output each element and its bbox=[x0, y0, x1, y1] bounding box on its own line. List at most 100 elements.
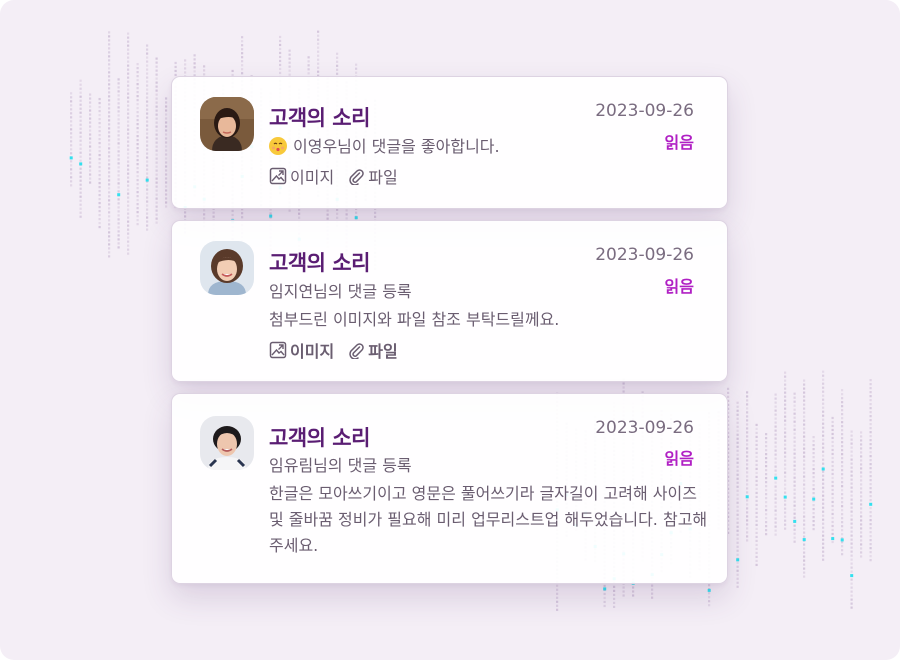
decorative-dot bbox=[117, 134, 120, 137]
decorative-dot bbox=[613, 597, 616, 600]
decorative-dot bbox=[155, 189, 158, 192]
decorative-dot bbox=[117, 186, 120, 189]
image-attachment[interactable]: 이미지 bbox=[269, 164, 334, 188]
decorative-dot bbox=[841, 437, 844, 440]
decorative-dot bbox=[774, 513, 777, 516]
decorative-dot bbox=[793, 440, 796, 443]
decorative-dot bbox=[822, 418, 825, 421]
decorative-dot bbox=[98, 121, 101, 125]
decorative-dot bbox=[869, 471, 872, 474]
decorative-dot bbox=[155, 65, 158, 68]
decorative-dot bbox=[869, 531, 872, 534]
decorative-dot bbox=[98, 173, 101, 177]
decorative-dot bbox=[822, 518, 825, 521]
decorative-dot bbox=[831, 460, 834, 464]
notification-message: 이영우님이 댓글을 좋아합니다. bbox=[269, 134, 500, 160]
decorative-dot bbox=[812, 440, 815, 443]
decorative-dot bbox=[784, 447, 787, 450]
decorative-dot bbox=[831, 416, 834, 420]
decorative-dot bbox=[860, 451, 863, 454]
decorative-dot bbox=[317, 42, 320, 45]
decorative-dot bbox=[784, 443, 787, 446]
decorative-dot bbox=[812, 436, 815, 439]
decorative-dot bbox=[127, 188, 130, 191]
decorative-dot bbox=[146, 112, 149, 115]
decorative-dot bbox=[841, 429, 844, 432]
decorative-accent-dot bbox=[774, 476, 778, 480]
decorative-dot bbox=[774, 457, 777, 460]
decorative-dot bbox=[841, 397, 844, 400]
decorative-dot bbox=[803, 495, 806, 498]
decorative-dot bbox=[136, 95, 139, 98]
decorative-dot bbox=[165, 129, 168, 132]
decorative-dot bbox=[850, 522, 853, 525]
decorative-dot bbox=[651, 588, 654, 591]
decorative-dot bbox=[79, 99, 82, 102]
decorative-dot bbox=[755, 451, 758, 455]
decorative-dot bbox=[108, 139, 111, 142]
decorative-dot bbox=[784, 519, 787, 522]
decorative-dot bbox=[831, 476, 834, 480]
decorative-dot bbox=[108, 55, 111, 58]
avatar bbox=[200, 97, 254, 151]
decorative-dot bbox=[146, 220, 149, 223]
decorative-dot bbox=[736, 573, 739, 576]
decorative-dot bbox=[831, 456, 834, 460]
decorative-dot bbox=[784, 503, 787, 506]
decorative-dot bbox=[203, 65, 206, 68]
decorative-dot bbox=[746, 411, 749, 414]
decorative-dot bbox=[279, 35, 282, 39]
decorative-dot bbox=[155, 61, 158, 64]
decorative-dot bbox=[155, 137, 158, 140]
decorative-dot bbox=[774, 485, 777, 488]
file-attachment[interactable]: 파일 bbox=[347, 338, 398, 362]
decorative-dot bbox=[108, 171, 111, 174]
decorative-dot bbox=[127, 168, 130, 171]
decorative-dot bbox=[765, 449, 768, 452]
decorative-dot bbox=[241, 40, 244, 43]
decorative-dot bbox=[784, 483, 787, 486]
file-attachment-label: 파일 bbox=[368, 168, 398, 187]
decorative-dot bbox=[117, 246, 120, 249]
decorative-dot bbox=[765, 457, 768, 460]
image-attachment[interactable]: 이미지 bbox=[269, 338, 334, 362]
decorative-dot bbox=[822, 422, 825, 425]
decorative-dot bbox=[860, 475, 863, 478]
decorative-dot bbox=[613, 589, 616, 592]
decorative-dot bbox=[822, 390, 825, 393]
decorative-dot bbox=[603, 600, 606, 604]
decorative-dot bbox=[556, 596, 559, 599]
decorative-dot bbox=[79, 135, 82, 138]
decorative-dot bbox=[146, 160, 149, 163]
decorative-dot bbox=[70, 100, 73, 103]
decorative-dot bbox=[765, 509, 768, 512]
decorative-dot bbox=[79, 79, 82, 82]
decorative-dot bbox=[736, 417, 739, 420]
decorative-dot bbox=[108, 95, 111, 98]
decorative-dot bbox=[184, 63, 187, 66]
decorative-dot bbox=[127, 212, 130, 215]
decorative-dot bbox=[736, 433, 739, 436]
decorative-dot bbox=[803, 563, 806, 566]
file-attachment[interactable]: 파일 bbox=[347, 164, 398, 188]
notification-card[interactable]: 고객의 소리 2023-09-26 읽음 임지연님의 댓글 등록 첨부드린 이미… bbox=[171, 220, 728, 382]
decorative-dot bbox=[155, 185, 158, 188]
decorative-dot bbox=[165, 137, 168, 140]
decorative-dot bbox=[869, 499, 872, 502]
decorative-dot bbox=[746, 459, 749, 462]
notification-card[interactable]: 고객의 소리 2023-09-26 읽음 임유림님의 댓글 등록 한글은 모아쓰… bbox=[171, 393, 728, 584]
decorative-dot bbox=[127, 108, 130, 111]
decorative-dot bbox=[127, 68, 130, 71]
decorative-dot bbox=[79, 143, 82, 146]
decorative-dot bbox=[736, 569, 739, 572]
decorative-dot bbox=[345, 209, 348, 212]
decorative-dot bbox=[822, 394, 825, 397]
decorative-dot bbox=[317, 34, 320, 37]
decorative-dot bbox=[774, 533, 777, 536]
notification-card[interactable]: 고객의 소리 2023-09-26 읽음 이영우님이 댓글을 좋아합니다. 이미… bbox=[171, 76, 728, 209]
decorative-dot bbox=[165, 165, 168, 168]
decorative-dot bbox=[136, 183, 139, 186]
decorative-dot bbox=[746, 399, 749, 402]
decorative-dot bbox=[736, 421, 739, 424]
decorative-dot bbox=[841, 401, 844, 404]
